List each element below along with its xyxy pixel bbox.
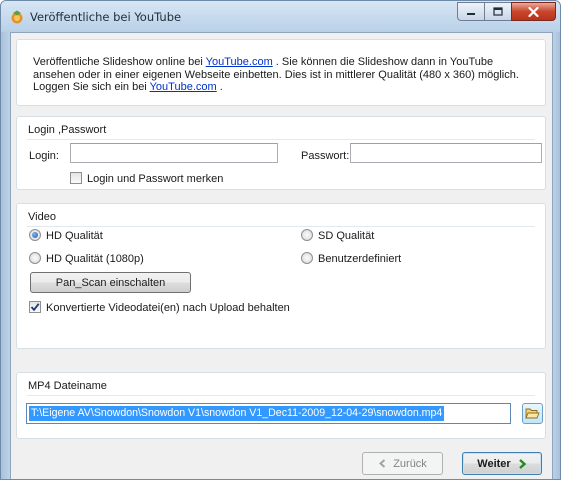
window-frame-right [552,32,560,479]
radio-selected-dot [32,232,38,238]
login-input[interactable] [70,143,278,163]
close-icon [528,6,539,17]
keep-files-label: Konvertierte Videodatei(en) nach Upload … [46,302,290,314]
login-group-title: Login ,Passwort [28,124,107,136]
password-input[interactable] [350,143,542,163]
checkmark-icon [30,303,40,312]
video-group-title: Video [28,211,56,223]
app-logo-icon [11,10,23,24]
maximize-button[interactable] [484,2,511,21]
radio-hd-quality-label: HD Qualität [46,230,103,242]
window-title: Veröffentliche bei YouTube [30,10,182,24]
maximize-icon [493,7,503,16]
youtube-link-1[interactable]: YouTube.com [206,56,273,68]
remember-checkbox[interactable] [70,172,82,184]
window-controls [457,2,556,22]
login-group: Login ,Passwort Login: Passwort: Login u… [16,116,546,190]
dialog-window: Veröffentliche bei YouTube Veröffentlich… [0,0,561,480]
panscan-button-label: Pan_Scan einschalten [55,276,166,289]
radio-custom[interactable] [301,252,313,264]
mp4-group-divider [27,395,535,396]
title-bar[interactable]: Veröffentliche bei YouTube [1,1,560,31]
intro-panel: Veröffentliche Slideshow online bei YouT… [16,39,546,106]
mp4-group-title: MP4 Dateiname [28,380,107,392]
radio-hd-quality[interactable] [29,229,41,241]
login-group-divider [27,139,535,140]
radio-custom-label: Benutzerdefiniert [318,253,402,265]
mp4-filename-input[interactable]: T:\Eigene AV\Snowdon\Snowdon V1\snowdon … [26,403,511,424]
radio-hd-1080p-label: HD Qualität (1080p) [46,253,144,265]
mp4-filename-text: T:\Eigene AV\Snowdon\Snowdon V1\snowdon … [29,406,445,421]
intro-text-part1: Veröffentliche Slideshow online bei [33,56,206,68]
next-button[interactable]: Weiter [462,452,542,475]
chevron-left-icon [379,459,386,468]
video-group-divider [27,226,535,227]
keep-files-checkbox[interactable] [29,301,41,313]
mp4-row: T:\Eigene AV\Snowdon\Snowdon V1\snowdon … [17,402,547,426]
password-label: Passwort: [301,150,350,162]
browse-button[interactable] [522,403,543,424]
close-button[interactable] [511,2,556,21]
radio-sd-quality[interactable] [301,229,313,241]
login-label: Login: [29,150,59,162]
intro-text-part3: . [216,81,223,93]
back-button[interactable]: Zurück [362,452,443,475]
minimize-icon [467,12,475,15]
minimize-button[interactable] [457,2,484,21]
radio-hd-1080p[interactable] [29,252,41,264]
youtube-link-2[interactable]: YouTube.com [150,81,217,93]
dialog-body: Veröffentliche Slideshow online bei YouT… [10,32,553,479]
back-button-label: Zurück [393,457,427,470]
radio-sd-quality-label: SD Qualität [318,230,375,242]
window-frame-left [1,32,10,479]
mp4-group: MP4 Dateiname T:\Eigene AV\Snowdon\Snowd… [16,372,546,439]
chevron-right-icon [518,458,527,469]
intro-text: Veröffentliche Slideshow online bei YouT… [33,56,538,94]
panscan-button[interactable]: Pan_Scan einschalten [30,272,191,293]
folder-open-icon [525,408,540,419]
video-group: Video HD Qualität SD Qualität HD Qualitä… [16,203,546,349]
remember-label: Login und Passwort merken [87,173,224,185]
next-button-label: Weiter [477,457,511,470]
